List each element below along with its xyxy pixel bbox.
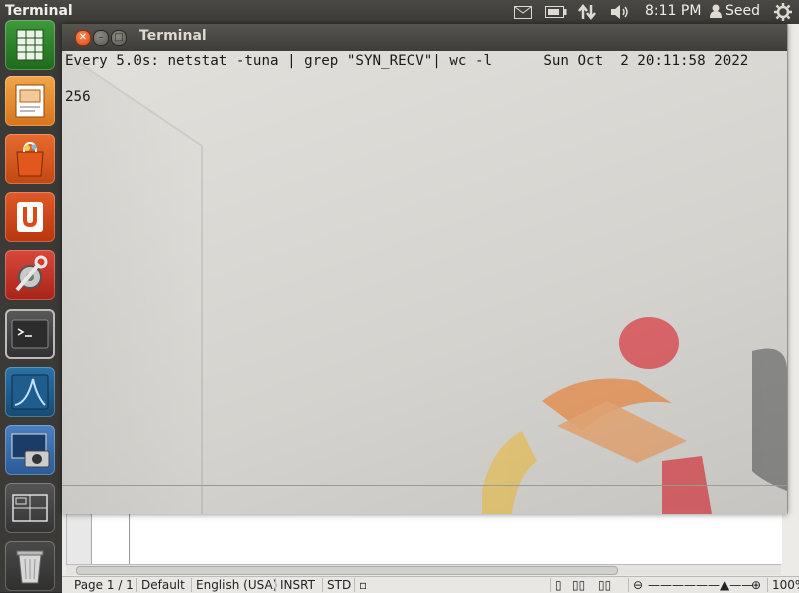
- selection-mode[interactable]: STD: [322, 578, 351, 592]
- single-page-view-icon[interactable]: ▯: [550, 578, 562, 592]
- camera-monitor-icon: [11, 433, 50, 468]
- launcher: [0, 20, 63, 592]
- document-area[interactable]: [66, 512, 782, 564]
- shopping-bag-icon: [16, 141, 44, 177]
- save-status-icon: ▫: [354, 578, 399, 592]
- spreadsheet-icon: [16, 29, 44, 61]
- zoom-out-icon[interactable]: ⊖: [628, 578, 643, 592]
- workspaces-icon: [12, 494, 48, 522]
- launcher-screenshot[interactable]: [5, 425, 55, 475]
- command-output: 256: [65, 89, 91, 105]
- launcher-ubuntu-one[interactable]: [5, 192, 55, 242]
- presentation-icon: [15, 84, 45, 118]
- zoom-slider[interactable]: ——————▲——: [644, 578, 753, 592]
- clock[interactable]: 8:11 PM: [645, 3, 701, 19]
- maximize-icon: □: [114, 32, 124, 43]
- terminal-divider: [62, 485, 787, 486]
- maximize-button[interactable]: □: [111, 30, 127, 46]
- minimize-icon: –: [98, 32, 104, 43]
- ubuntu-one-icon: [17, 202, 43, 232]
- multi-page-view-icon[interactable]: ▯▯: [568, 578, 585, 592]
- office-statusbar: Page 1 / 1 Default English (USA) INSRT S…: [62, 576, 799, 593]
- launcher-wireshark[interactable]: [5, 367, 55, 417]
- watch-command-header: Every 5.0s: netstat -tuna | grep "SYN_RE…: [65, 53, 749, 69]
- network-icon[interactable]: [577, 3, 597, 21]
- launcher-trash[interactable]: [5, 541, 55, 591]
- launcher-software-center[interactable]: [5, 134, 55, 184]
- window-title: Terminal: [139, 28, 207, 44]
- zoom-level[interactable]: 100%: [767, 578, 799, 592]
- zoom-in-icon[interactable]: ⊕: [747, 578, 761, 592]
- trash-icon: [16, 550, 44, 584]
- insert-mode[interactable]: INSRT: [275, 578, 315, 592]
- volume-icon[interactable]: [609, 3, 631, 21]
- terminal-output-area[interactable]: Every 5.0s: netstat -tuna | grep "SYN_RE…: [62, 51, 787, 514]
- launcher-system-settings[interactable]: [5, 250, 55, 300]
- window-titlebar[interactable]: ✕ – □ Terminal: [62, 24, 787, 51]
- terminal-transparency-shade: [62, 51, 787, 514]
- close-button[interactable]: ✕: [75, 30, 91, 46]
- gear-icon[interactable]: [772, 3, 794, 21]
- book-view-icon[interactable]: ▯▯: [594, 578, 611, 592]
- user-name: Seed: [725, 3, 760, 19]
- page-style[interactable]: Default: [136, 578, 185, 592]
- launcher-terminal[interactable]: [5, 309, 55, 359]
- top-panel: Terminal 8:11 PM Seed: [0, 0, 799, 24]
- terminal-window: ✕ – □ Terminal Every 5.0s: netstat -tuna…: [62, 24, 787, 514]
- office-writer-window: Page 1 / 1 Default English (USA) INSRT S…: [62, 510, 799, 593]
- horizontal-scrollbar[interactable]: [66, 564, 781, 575]
- active-app-title: Terminal: [5, 3, 73, 19]
- language-indicator[interactable]: English (USA): [191, 578, 277, 592]
- battery-icon[interactable]: [544, 3, 568, 21]
- launcher-workspace-switcher[interactable]: [5, 483, 55, 533]
- launcher-libreoffice-calc[interactable]: [5, 20, 55, 70]
- horizontal-scrollbar-thumb[interactable]: [76, 566, 618, 575]
- close-icon: ✕: [78, 32, 88, 43]
- wireshark-fin-icon: [11, 374, 49, 410]
- page-indicator[interactable]: Page 1 / 1: [70, 578, 134, 592]
- minimize-button[interactable]: –: [93, 30, 109, 46]
- user-menu[interactable]: Seed: [710, 3, 760, 19]
- vertical-ruler: [67, 512, 92, 564]
- launcher-libreoffice-impress[interactable]: [5, 76, 55, 126]
- terminal-icon: [11, 319, 49, 349]
- mail-icon[interactable]: [513, 3, 533, 21]
- settings-tools-icon: [15, 255, 48, 292]
- background-window-scrollbar[interactable]: [787, 24, 799, 514]
- user-icon: [710, 4, 722, 18]
- page-edge: [129, 512, 130, 564]
